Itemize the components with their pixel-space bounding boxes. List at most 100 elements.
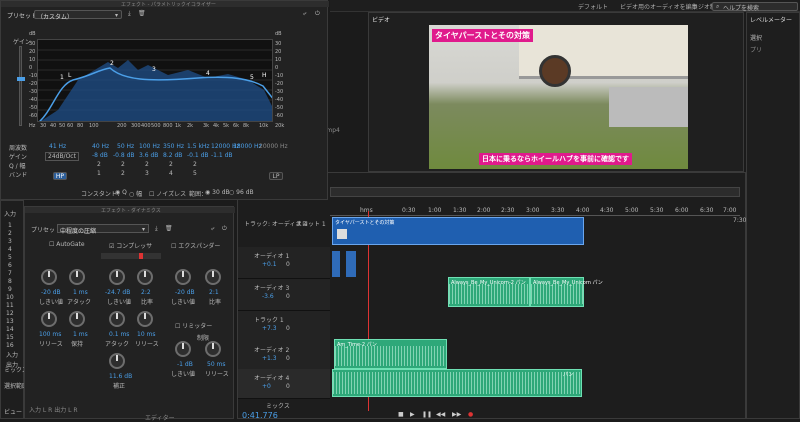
band3-gain[interactable]: 3.6 dB <box>139 152 158 159</box>
radio-q[interactable]: ◉ Q <box>115 189 127 196</box>
comp-ratio-knob[interactable] <box>137 269 153 285</box>
db-tick: 0 <box>275 65 279 71</box>
track-audio-3[interactable]: オーディオ 3 -3.6 0 <box>238 279 330 311</box>
eq-graph[interactable]: 1 2 3 4 5 L H <box>37 39 273 122</box>
route-icon[interactable]: ⤶ <box>211 225 214 233</box>
eq-freq-axis: Hz 30 40 50 60 80 100 200 300 400 500 80… <box>29 123 284 131</box>
play-icon[interactable]: ▶ <box>410 411 415 418</box>
eq-gain-handle[interactable] <box>17 77 25 81</box>
power-icon[interactable]: ⏻ <box>222 225 227 233</box>
compressor-checkbox[interactable]: ☑ コンプレッサ <box>109 241 152 250</box>
freq-tick: 10k <box>259 123 269 129</box>
route-icon[interactable]: ⤶ <box>303 10 306 18</box>
band1-num[interactable]: 1 <box>97 170 101 177</box>
track-audio-4[interactable]: オーディオ 4 +0 0 <box>238 369 330 399</box>
forward-icon[interactable]: ▶▶ <box>452 411 461 418</box>
rewind-icon[interactable]: ◀◀ <box>436 411 445 418</box>
save-preset-icon[interactable]: ⤓ <box>128 10 131 18</box>
radio-96db[interactable]: ○ 96 dB <box>229 189 254 196</box>
clip-a1-1[interactable] <box>332 251 340 277</box>
freq-tick: 30 <box>40 123 47 129</box>
lim-threshold-knob[interactable] <box>175 341 191 357</box>
freq-tick: 6k <box>233 123 240 129</box>
search-field[interactable]: ⌕ ヘルプを検索 <box>712 2 798 12</box>
delete-preset-icon[interactable]: 🗑 <box>138 10 146 17</box>
wheel-shape <box>539 55 571 87</box>
clip-unicorn-2[interactable]: Always_Be_My_Unicorn-2 パン <box>448 277 530 307</box>
ruler-1-30: 1:30 <box>453 207 467 214</box>
tab-video-audio[interactable]: ビデオ用のオーディオを編集 <box>620 2 698 11</box>
hp-slope[interactable]: 24dB/Oct <box>45 152 79 161</box>
radio-width[interactable]: ○ 幅 <box>129 189 142 198</box>
band5-q[interactable]: 2 <box>193 161 197 168</box>
band5-gain[interactable]: -0.1 dB <box>187 152 209 159</box>
record-icon[interactable]: ● <box>468 411 473 418</box>
band1-gain[interactable]: -8 dB <box>92 152 108 159</box>
comp-attack-knob[interactable] <box>109 311 125 327</box>
video-clip[interactable]: タイヤパーストとその対策 <box>332 217 584 245</box>
autogate-hold-knob[interactable] <box>69 311 85 327</box>
band1-q[interactable]: 2 <box>97 161 101 168</box>
band6-gain[interactable]: -1.1 dB <box>211 152 233 159</box>
track-1[interactable]: トラック 1 +7.3 0 <box>238 311 330 343</box>
band2-q[interactable]: 2 <box>121 161 125 168</box>
eq-point-high[interactable]: H <box>262 72 267 79</box>
eq-point-2[interactable]: 2 <box>110 60 114 67</box>
band4-q[interactable]: 2 <box>169 161 173 168</box>
exp-ratio-knob[interactable] <box>205 269 221 285</box>
band2-num[interactable]: 2 <box>121 170 125 177</box>
radio-30db[interactable]: ◉ 30 dB <box>205 189 230 196</box>
eq-point-1[interactable]: 1 <box>60 74 64 81</box>
freq-tick: 40 <box>50 123 57 129</box>
band7-freq[interactable]: 18000 Hz <box>233 143 262 150</box>
expander-checkbox[interactable]: ☐ エクスパンダー <box>171 241 220 250</box>
delete-preset-icon[interactable]: 🗑 <box>165 225 173 232</box>
lp-freq[interactable]: 20000 Hz <box>259 143 288 150</box>
band3-freq[interactable]: 100 Hz <box>139 143 160 150</box>
power-icon[interactable]: ⏻ <box>315 10 320 18</box>
autogate-attack-knob[interactable] <box>69 269 85 285</box>
tab-default[interactable]: デフォルト <box>578 2 608 11</box>
band5-freq[interactable]: 1.5 kHz <box>187 143 210 150</box>
clip-a1-2[interactable] <box>346 251 356 277</box>
dyn-preset-select[interactable]: 中程度の圧縮 ▾ <box>57 224 149 235</box>
band3-q[interactable]: 2 <box>145 161 149 168</box>
band4-gain[interactable]: 8.2 dB <box>163 152 182 159</box>
save-preset-icon[interactable]: ⤓ <box>155 225 158 233</box>
band2-freq[interactable]: 50 Hz <box>117 143 134 150</box>
hp-button[interactable]: HP <box>53 172 67 180</box>
band2-gain[interactable]: -0.8 dB <box>113 152 135 159</box>
lp-button[interactable]: LP <box>269 172 283 180</box>
eq-window: エフェクト - パラメトリックイコライザー プリセット: （カスタム） ▾ ⤓ … <box>0 0 329 200</box>
eq-point-low[interactable]: L <box>68 72 71 79</box>
track-audio-1[interactable]: オーディオ 1 +0.1 0 <box>238 247 330 279</box>
pause-icon[interactable]: ❚❚ <box>422 411 432 418</box>
comp-threshold-knob[interactable] <box>109 269 125 285</box>
band3-num[interactable]: 3 <box>145 170 149 177</box>
autogate-release-knob[interactable] <box>41 311 57 327</box>
eq-point-5[interactable]: 5 <box>250 74 254 81</box>
band4-freq[interactable]: 350 Hz <box>163 143 184 150</box>
eq-point-4[interactable]: 4 <box>206 70 210 77</box>
clip-audio-4[interactable]: パン <box>332 369 582 397</box>
exp-threshold-knob[interactable] <box>175 269 191 285</box>
eq-gain-slider[interactable] <box>17 46 25 126</box>
limiter-checkbox[interactable]: ☐ リミッター <box>175 321 212 330</box>
band1-freq[interactable]: 40 Hz <box>92 143 109 150</box>
noiseless-checkbox[interactable]: ☐ ノイズレス <box>149 189 186 198</box>
eq-preset-select[interactable]: （カスタム） ▾ <box>34 10 122 21</box>
band5-num[interactable]: 5 <box>193 170 197 177</box>
autogate-threshold-knob[interactable] <box>41 269 57 285</box>
stop-icon[interactable]: ■ <box>398 411 404 418</box>
comp-makeup-knob[interactable] <box>109 353 125 369</box>
freq-tick: Hz <box>29 123 36 129</box>
clip-am-time[interactable]: Am_Time-2 パン <box>334 339 447 369</box>
band4-num[interactable]: 4 <box>169 170 173 177</box>
lim-release-knob[interactable] <box>205 341 221 357</box>
clip-unicorn[interactable]: Always_Be_My_Unicorn パン <box>530 277 603 307</box>
autogate-checkbox[interactable]: ☐ AutoGate <box>49 241 85 248</box>
eq-point-3[interactable]: 3 <box>152 66 156 73</box>
hp-freq[interactable]: 41 Hz <box>49 143 66 150</box>
autogate-label: AutoGate <box>56 241 85 248</box>
comp-release-knob[interactable] <box>137 311 153 327</box>
